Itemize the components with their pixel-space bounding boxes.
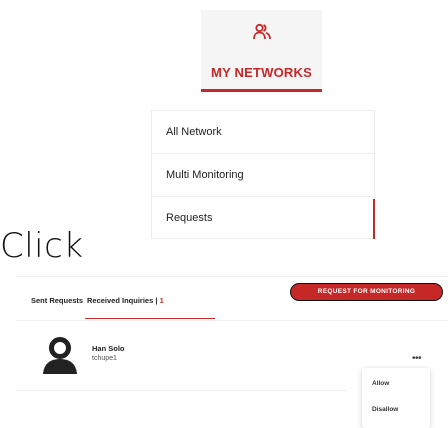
- menu-item-multi-monitoring[interactable]: Multi Monitoring: [151, 153, 375, 196]
- user-avatar-icon: [43, 337, 77, 374]
- divider: [16, 276, 448, 277]
- dropdown-item-disallow[interactable]: Disallow: [372, 406, 398, 413]
- row-actions-dropdown: Allow Disallow: [362, 368, 430, 428]
- divider: [16, 320, 448, 321]
- my-networks-active-indicator: [201, 89, 322, 92]
- divider: [16, 390, 346, 391]
- my-networks-nav[interactable]: MY NETWORKS: [201, 10, 322, 92]
- more-horizontal-icon[interactable]: •••: [412, 354, 424, 364]
- request-for-monitoring-button[interactable]: REQUEST FOR MONITORING: [290, 283, 443, 301]
- dropdown-item-allow[interactable]: Allow: [372, 380, 389, 387]
- user-handle: tchupe1: [92, 355, 117, 362]
- my-networks-title: MY NETWORKS: [211, 65, 312, 80]
- tab-active-indicator: [85, 318, 215, 319]
- tab-received-inquiries[interactable]: Received Inquiries | 1: [87, 296, 164, 305]
- tab-sent-requests[interactable]: Sent Requests: [31, 296, 83, 305]
- click-annotation: Click: [0, 226, 84, 266]
- users-icon: [253, 23, 271, 40]
- user-name: Han Solo: [92, 344, 125, 353]
- networks-menu: All Network Multi Monitoring Requests: [151, 110, 375, 239]
- tab-received-label: Received Inquiries: [87, 296, 154, 305]
- screen: MY NETWORKS All Network Multi Monitoring…: [0, 0, 448, 428]
- menu-item-requests[interactable]: Requests: [151, 196, 375, 239]
- tab-received-count: 1: [159, 296, 164, 305]
- menu-item-all-network[interactable]: All Network: [151, 110, 375, 153]
